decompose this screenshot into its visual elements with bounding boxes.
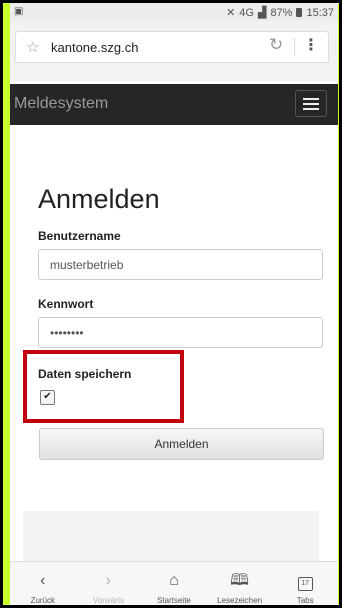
- browser-bottom-toolbar: ‹ Zurück › Vorwärts ⌂ Startseite 🕮 Lesez…: [10, 561, 338, 605]
- phone-frame: ▣ ✕ 4G ▟ 87% 15:37 ☆ kantone.szg.ch ↻ ⋮ …: [0, 0, 342, 608]
- signal-icon: ▟: [257, 7, 267, 19]
- username-field[interactable]: [38, 249, 323, 280]
- username-label: Benutzername: [38, 229, 121, 243]
- star-icon[interactable]: ☆: [26, 38, 39, 56]
- browser-toolbar: ☆ kantone.szg.ch ↻ ⋮: [10, 21, 338, 81]
- home-button[interactable]: ⌂ Startseite: [141, 562, 207, 605]
- back-label: Zurück: [30, 596, 56, 605]
- clock: 15:37: [306, 6, 334, 19]
- screen: ▣ ✕ 4G ▟ 87% 15:37 ☆ kantone.szg.ch ↻ ⋮ …: [10, 3, 338, 605]
- hamburger-line: [303, 108, 319, 110]
- reload-icon[interactable]: ↻: [269, 35, 283, 55]
- highlight-annotation: [23, 350, 184, 423]
- page-title: Anmelden: [38, 184, 160, 214]
- brand-title[interactable]: Meldesystem: [14, 95, 108, 113]
- bookmarks-icon: 🕮: [230, 572, 250, 589]
- more-menu-icon[interactable]: ⋮: [303, 35, 319, 55]
- mute-icon: ✕: [226, 7, 236, 19]
- status-bar: ▣ ✕ 4G ▟ 87% 15:37: [10, 3, 338, 21]
- tabs-label: Tabs: [296, 596, 314, 605]
- url-text[interactable]: kantone.szg.ch: [51, 40, 138, 55]
- battery-icon: [296, 8, 303, 17]
- home-label: Startseite: [157, 596, 191, 605]
- password-field[interactable]: [38, 317, 323, 348]
- home-icon: ⌂: [169, 572, 179, 589]
- hamburger-line: [303, 98, 319, 100]
- battery-percent: 87%: [270, 6, 293, 19]
- back-button[interactable]: ‹ Zurück: [10, 562, 76, 605]
- forward-icon: ›: [105, 572, 112, 589]
- address-divider: [294, 38, 295, 56]
- password-label: Kennwort: [38, 297, 94, 311]
- tabs-icon-wrap: 17: [272, 572, 338, 591]
- hamburger-line: [303, 103, 319, 105]
- forward-label: Vorwärts: [92, 596, 124, 605]
- bookmarks-button[interactable]: 🕮 Lesezeichen: [207, 562, 273, 605]
- notification-icon: ▣: [14, 6, 24, 17]
- back-icon: ‹: [40, 572, 46, 589]
- tabs-button[interactable]: 17 Tabs: [272, 562, 338, 605]
- tabs-icon: 17: [297, 577, 313, 591]
- status-indicators: ✕ 4G ▟ 87% 15:37: [226, 6, 334, 20]
- address-bar[interactable]: ☆ kantone.szg.ch ↻ ⋮: [15, 31, 329, 63]
- hamburger-menu-icon[interactable]: [295, 90, 327, 117]
- login-button[interactable]: Anmelden: [39, 428, 324, 460]
- bookmarks-label: Lesezeichen: [217, 596, 263, 605]
- forward-button[interactable]: › Vorwärts: [76, 562, 142, 605]
- signal-indicator: 4G: [239, 6, 254, 19]
- app-navbar: Meldesystem: [10, 84, 338, 125]
